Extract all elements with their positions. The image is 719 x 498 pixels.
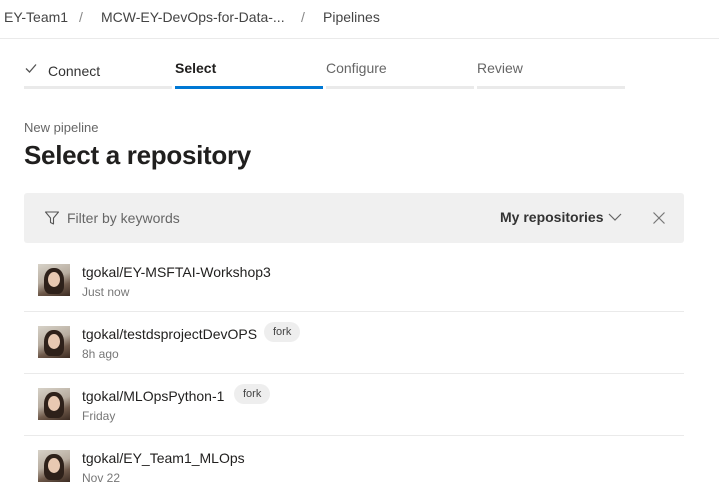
repository-updated: Friday [82, 409, 116, 423]
repository-row[interactable]: tgokal/EY_Team1_MLOps Nov 22 [24, 436, 684, 498]
step-label: Select [175, 60, 217, 76]
step-select[interactable]: Select [175, 56, 323, 89]
page-subtitle: New pipeline [24, 120, 99, 135]
step-label: Configure [326, 60, 387, 76]
breadcrumb-separator: / [79, 9, 83, 25]
step-label: Connect [48, 63, 101, 79]
page-title: Select a repository [24, 140, 251, 170]
breadcrumb: EY-Team1 / MCW-EY-DevOps-for-Data-... / … [0, 0, 719, 39]
repository-name: tgokal/EY-MSFTAI-Workshop3 [82, 264, 271, 280]
breadcrumb-pipelines[interactable]: Pipelines [323, 9, 380, 25]
step-indicator [326, 86, 474, 89]
repository-row[interactable]: tgokal/MLOpsPython-1 fork Friday [24, 374, 684, 436]
chevron-down-icon[interactable] [608, 211, 622, 223]
avatar [38, 450, 70, 482]
fork-badge: fork [264, 322, 301, 342]
repository-updated: 8h ago [82, 347, 119, 361]
breadcrumb-org[interactable]: EY-Team1 [4, 9, 68, 25]
avatar [38, 326, 70, 358]
step-indicator [175, 86, 323, 89]
fork-badge: fork [234, 384, 271, 404]
repository-updated: Just now [82, 285, 130, 299]
step-indicator [24, 86, 172, 89]
filter-icon [44, 211, 60, 225]
repository-updated: Nov 22 [82, 471, 121, 485]
repository-name: tgokal/testdsprojectDevOPS [82, 326, 258, 342]
wizard-steps: Connect Select Configure Review [24, 56, 644, 90]
repository-scope-dropdown[interactable]: My repositories [500, 209, 603, 225]
filter-input[interactable]: Filter by keywords [67, 210, 180, 226]
step-label: Review [477, 60, 523, 76]
repository-name: tgokal/MLOpsPython-1 [82, 388, 225, 404]
repository-row[interactable]: tgokal/EY-MSFTAI-Workshop3 Just now [24, 250, 684, 312]
filter-bar: Filter by keywords My repositories [24, 193, 684, 243]
step-configure[interactable]: Configure [326, 56, 474, 89]
checkmark-icon [25, 64, 37, 73]
breadcrumb-project[interactable]: MCW-EY-DevOps-for-Data-... [101, 9, 285, 25]
step-indicator [477, 86, 625, 89]
step-connect[interactable]: Connect [24, 56, 172, 89]
avatar [38, 388, 70, 420]
avatar [38, 264, 70, 296]
step-review[interactable]: Review [477, 56, 625, 89]
close-icon[interactable] [652, 211, 666, 225]
repository-name: tgokal/EY_Team1_MLOps [82, 450, 245, 466]
repository-row[interactable]: tgokal/testdsprojectDevOPS fork 8h ago [24, 312, 684, 374]
breadcrumb-separator: / [301, 9, 305, 25]
